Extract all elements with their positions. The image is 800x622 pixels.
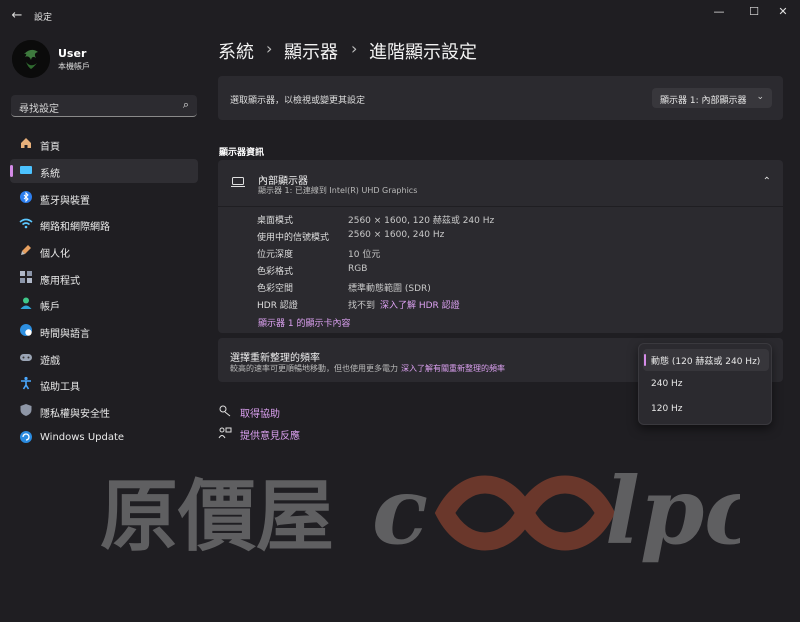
breadcrumb-separator: ›	[266, 39, 273, 58]
sidebar-item-label: 網路和網際網路	[40, 222, 110, 233]
sidebar-item-label: Windows Update	[40, 432, 125, 443]
info-key: HDR 認證	[257, 301, 298, 311]
hdr-learn-more-link[interactable]: 深入了解 HDR 認證	[380, 298, 460, 311]
info-key: 色彩格式	[257, 267, 294, 277]
display-connection: 顯示器 1: 已連線到 Intel(R) UHD Graphics	[258, 186, 418, 195]
option-label: 120 Hz	[651, 404, 683, 414]
refresh-rate-learn-more-link[interactable]: 深入了解有關重新整理的頻率	[401, 363, 505, 374]
refresh-rate-title: 選擇重新整理的頻率	[230, 353, 320, 364]
sidebar-item-home[interactable]: 首頁	[10, 132, 198, 156]
profile-name: User	[58, 47, 87, 60]
refresh-rate-option-dynamic[interactable]: 動態 (120 赫茲或 240 Hz)	[643, 349, 769, 371]
chevron-down-icon: ⌄	[756, 92, 764, 102]
coolpc-watermark-logo: 原價屋 c lpc	[100, 455, 760, 565]
sidebar-item-system[interactable]: 系統	[10, 159, 198, 183]
wifi-icon	[18, 216, 34, 232]
refresh-rate-option-120[interactable]: 120 Hz	[643, 399, 769, 421]
info-key: 桌面模式	[257, 216, 294, 226]
sidebar-item-label: 系統	[40, 169, 60, 180]
sidebar-item-windows-update[interactable]: Windows Update	[10, 426, 198, 450]
sidebar-item-accessibility[interactable]: 協助工具	[10, 372, 198, 396]
get-help-link[interactable]: 取得協助	[240, 405, 280, 420]
razer-logo-icon	[12, 40, 50, 78]
display-icon	[18, 163, 34, 179]
feedback-icon	[218, 426, 232, 443]
page-title: 進階顯示設定	[369, 42, 477, 63]
sidebar-item-label: 協助工具	[40, 382, 80, 393]
sidebar-item-label: 首頁	[40, 142, 60, 153]
sidebar-item-label: 藍牙與裝置	[40, 196, 90, 207]
info-key: 使用中的信號模式	[257, 233, 330, 243]
sidebar-item-accounts[interactable]: 帳戶	[10, 292, 198, 316]
person-icon	[18, 296, 34, 312]
bluetooth-icon	[18, 190, 34, 206]
option-label: 動態 (120 赫茲或 240 Hz)	[651, 357, 761, 367]
close-button[interactable]: ✕	[766, 2, 800, 22]
search-icon: ⌕	[182, 98, 189, 111]
info-value: 2560 × 1600, 120 赫茲或 240 Hz	[348, 216, 495, 226]
sidebar-item-label: 個人化	[40, 249, 70, 260]
sidebar-item-label: 時間與語言	[40, 329, 90, 340]
info-value: 2560 × 1600, 240 Hz	[348, 230, 445, 240]
sidebar-item-network[interactable]: 網路和網際網路	[10, 212, 198, 236]
sidebar-item-label: 遊戲	[40, 356, 60, 367]
title-bar: ← 設定 — ☐ ✕	[0, 0, 800, 32]
refresh-rate-dropdown[interactable]: 動態 (120 赫茲或 240 Hz) 240 Hz 120 Hz	[638, 343, 772, 425]
sidebar-item-bluetooth[interactable]: 藍牙與裝置	[10, 186, 198, 210]
profile-account-type: 本機帳戶	[58, 62, 90, 71]
option-label: 240 Hz	[651, 379, 683, 389]
breadcrumb-separator: ›	[351, 39, 358, 58]
adapter-properties-link[interactable]: 顯示器 1 的顯示卡內容	[258, 316, 350, 329]
sidebar-item-personalization[interactable]: 個人化	[10, 239, 198, 263]
display-info-header[interactable]: 內部顯示器 顯示器 1: 已連線到 Intel(R) UHD Graphics …	[218, 160, 783, 206]
sidebar-item-apps[interactable]: 應用程式	[10, 266, 198, 290]
info-value: 10 位元	[348, 250, 381, 260]
info-value: 標準動態範圍 (SDR)	[348, 284, 431, 294]
update-icon	[18, 430, 34, 446]
search-input[interactable]: 尋找設定 ⌕	[11, 95, 197, 117]
avatar[interactable]	[12, 40, 50, 78]
info-key: 色彩空間	[257, 284, 294, 294]
sidebar-item-time-language[interactable]: 時間與語言	[10, 319, 198, 343]
back-arrow-icon[interactable]: ←	[9, 8, 25, 24]
sidebar-item-label: 隱私權與安全性	[40, 409, 110, 420]
info-value: RGB	[348, 264, 368, 274]
breadcrumb-item-display[interactable]: 顯示器	[284, 38, 338, 64]
brush-icon	[18, 243, 34, 259]
laptop-icon	[230, 176, 246, 188]
info-key: 位元深度	[257, 250, 294, 260]
refresh-rate-description: 較高的速率可更順暢地移動，但也使用更多電力	[230, 364, 398, 373]
give-feedback-link[interactable]: 提供意見反應	[240, 427, 300, 442]
gamepad-icon	[18, 350, 34, 366]
svg-text:c: c	[372, 457, 428, 565]
home-icon	[18, 136, 34, 152]
shield-icon	[18, 403, 34, 419]
refresh-rate-option-240[interactable]: 240 Hz	[643, 374, 769, 396]
apps-icon	[18, 270, 34, 286]
accessibility-icon	[18, 376, 34, 392]
minimize-button[interactable]: —	[702, 2, 736, 22]
sidebar-item-label: 帳戶	[40, 302, 60, 313]
selection-indicator	[644, 354, 646, 366]
display-info-details	[218, 207, 783, 333]
chevron-up-icon[interactable]: ⌃	[763, 176, 771, 187]
display-select[interactable]: 顯示器 1: 內部顯示器 ⌄	[652, 88, 772, 108]
globe-clock-icon	[18, 323, 34, 339]
breadcrumb-item-system[interactable]: 系統	[218, 38, 254, 64]
svg-text:原價屋: 原價屋	[100, 471, 334, 562]
svg-text:lpc: lpc	[605, 457, 740, 565]
section-title-display-info: 顯示器資訊	[219, 148, 265, 158]
sidebar-item-label: 應用程式	[40, 276, 80, 287]
app-title: 設定	[34, 13, 53, 23]
display-select-value: 顯示器 1: 內部顯示器	[660, 96, 747, 106]
selection-indicator	[10, 165, 13, 177]
select-display-label: 選取顯示器，以檢視或變更其設定	[230, 96, 366, 106]
sidebar-item-privacy[interactable]: 隱私權與安全性	[10, 399, 198, 423]
search-placeholder: 尋找設定	[19, 104, 59, 115]
help-icon	[218, 404, 232, 421]
sidebar-item-gaming[interactable]: 遊戲	[10, 346, 198, 370]
info-value: 找不到	[348, 301, 376, 311]
